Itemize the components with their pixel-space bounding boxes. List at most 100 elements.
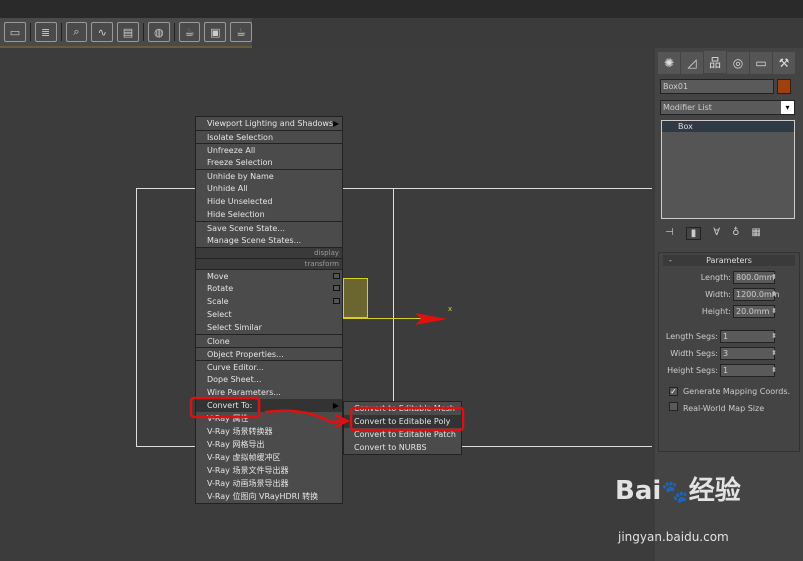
make-unique-icon[interactable]: ∀ (713, 227, 720, 240)
hierarchy-tab-icon[interactable]: 品 (704, 51, 726, 73)
rollout-header[interactable]: - Parameters (663, 254, 795, 266)
menu-item-freeze-selection[interactable]: Freeze Selection (196, 156, 342, 169)
param-row: Length: 800.0mm ⬍ (659, 269, 799, 286)
param-field[interactable]: 20.0mm (733, 304, 775, 318)
dropdown-value: Modifier List (663, 102, 712, 112)
menu-item-clone[interactable]: Clone (196, 334, 342, 347)
object-color-swatch[interactable] (777, 78, 791, 94)
menu-item-label: Move (207, 272, 229, 281)
menu-item-curve-editor[interactable]: Curve Editor... (196, 360, 342, 373)
menu-item-hide-unselected[interactable]: Hide Unselected (196, 195, 342, 208)
red-annotation (189, 396, 465, 432)
param-field[interactable]: 3 (720, 346, 775, 360)
remove-modifier-icon[interactable]: ♁ (732, 227, 739, 240)
divider (142, 23, 144, 41)
x-axis-arrow (415, 313, 447, 325)
schematic-view-icon[interactable]: ▤ (117, 22, 139, 42)
layer-manager-icon[interactable]: ≣ (34, 22, 57, 42)
menu-item-vray-scene-file-exporter[interactable]: V-Ray 场景文件导出器 (196, 464, 342, 477)
menu-item-vray-bitmap-to-hdri[interactable]: V-Ray 位图向 VRayHDRI 转换 (196, 490, 342, 503)
menu-item-manage-scene-states[interactable]: Manage Scene States... (196, 234, 342, 247)
configure-modifier-sets-icon[interactable]: ▦ (751, 227, 760, 240)
spinner-icon[interactable]: ⬍ (771, 366, 777, 374)
curve-editor-icon[interactable]: ∿ (91, 22, 114, 42)
menu-item-move[interactable]: Move (196, 269, 342, 282)
spinner-icon[interactable]: ⬍ (771, 273, 777, 281)
quad-menu: Viewport Lighting and Shadows ▶ Isolate S… (195, 116, 343, 504)
rendered-frame-icon[interactable]: ▣ (204, 22, 227, 42)
menu-item-rotate[interactable]: Rotate (196, 282, 342, 295)
menu-item-scale[interactable]: Scale (196, 295, 342, 308)
settings-box-icon[interactable] (333, 285, 340, 291)
create-tab-icon[interactable]: ✺ (658, 51, 680, 74)
generate-mapping-checkbox[interactable]: ✓ Generate Mapping Coords. (669, 386, 799, 396)
show-end-result-icon[interactable]: ▮ (685, 226, 702, 240)
divider (29, 23, 31, 41)
menu-item-vray-mesh-export[interactable]: V-Ray 网格导出 (196, 438, 342, 451)
spinner-icon[interactable]: ⬍ (771, 307, 777, 315)
param-field[interactable]: 1 (720, 329, 775, 343)
layer-icon[interactable]: ▭ (4, 22, 26, 42)
submenu-arrow-icon: ▶ (332, 119, 339, 128)
menu-item-select-similar[interactable]: Select Similar (196, 321, 342, 334)
menu-item-unfreeze-all[interactable]: Unfreeze All (196, 143, 342, 156)
utilities-tab-icon[interactable]: ⚒ (773, 51, 795, 74)
motion-tab-icon[interactable]: ◎ (727, 51, 749, 74)
menu-header-display: display (196, 247, 342, 258)
modifier-stack: Box (661, 119, 795, 219)
param-label: Height Segs: (667, 365, 718, 375)
menu-item-viewport-lighting[interactable]: Viewport Lighting and Shadows ▶ (196, 117, 342, 130)
param-row: Width: 1200.0mm ⬍ (659, 286, 799, 303)
menu-item-unhide-all[interactable]: Unhide All (196, 182, 342, 195)
title-bar (0, 0, 803, 18)
display-tab-icon[interactable]: ▭ (750, 51, 772, 74)
settings-box-icon[interactable] (333, 273, 340, 279)
menu-item-isolate-selection[interactable]: Isolate Selection (196, 130, 342, 143)
menu-item-vray-animation-exporter[interactable]: V-Ray 动画场景导出器 (196, 477, 342, 490)
spinner-icon[interactable]: ⬍ (771, 349, 777, 357)
stack-item-box[interactable]: Box (662, 120, 794, 132)
checkbox-unchecked-icon (669, 401, 678, 411)
spinner-icon[interactable]: ⬍ (771, 332, 777, 340)
menu-header-transform: transform (196, 258, 342, 269)
axis-label: x (448, 305, 453, 313)
render-icon[interactable]: ☕ (230, 22, 252, 42)
spinner-icon[interactable]: ⬍ (771, 290, 777, 298)
param-row: Height: 20.0mm ⬍ (659, 303, 799, 320)
gizmo-plane (343, 278, 368, 318)
menu-item-save-scene-state[interactable]: Save Scene State... (196, 221, 342, 234)
param-row: Height Segs: 1 ⬍ (659, 362, 799, 379)
param-label: Height: (701, 306, 731, 316)
chevron-down-icon: ▾ (781, 100, 794, 114)
menu-item-label: Viewport Lighting and Shadows (207, 119, 334, 128)
main-toolbar: ▭ ≣ ⌕ ∿ ▤ ◍ ☕ ▣ ☕ (0, 18, 252, 48)
menu-item-select[interactable]: Select (196, 308, 342, 321)
object-name-field[interactable]: Box01 (660, 78, 774, 94)
param-row: Width Segs: 3 ⬍ (659, 345, 799, 362)
param-field[interactable]: 1200.0mm (733, 287, 780, 301)
settings-box-icon[interactable] (333, 298, 340, 304)
rollout-title: Parameters (706, 255, 752, 265)
param-field[interactable]: 800.0mm (733, 270, 775, 284)
menu-item-object-properties[interactable]: Object Properties... (196, 347, 342, 360)
menu-item-unhide-by-name[interactable]: Unhide by Name (196, 169, 342, 182)
real-world-map-size-checkbox[interactable]: Real-World Map Size (669, 401, 799, 413)
x-axis-line (343, 318, 423, 319)
menu-item-dope-sheet[interactable]: Dope Sheet... (196, 373, 342, 386)
box-edge (136, 188, 137, 447)
menu-item-convert-to-nurbs[interactable]: Convert to NURBS (344, 441, 461, 454)
menu-item-vray-frame-buffer[interactable]: V-Ray 虚拟帧缓冲区 (196, 451, 342, 464)
param-label: Length: (700, 272, 731, 282)
collapse-toggle: - (669, 255, 672, 265)
render-setup-icon[interactable]: ☕ (178, 22, 201, 42)
scene-explorer-icon[interactable]: ⌕ (65, 22, 88, 42)
material-editor-icon[interactable]: ◍ (147, 22, 170, 42)
modify-tab-icon[interactable]: ◿ (681, 51, 703, 74)
menu-item-hide-selection[interactable]: Hide Selection (196, 208, 342, 221)
divider (60, 23, 62, 41)
pin-stack-icon[interactable]: ⊣ (665, 227, 674, 240)
param-field[interactable]: 1 (720, 363, 775, 377)
checkbox-label: Real-World Map Size (683, 403, 765, 413)
menu-item-label: Scale (207, 297, 229, 306)
modifier-list-dropdown[interactable]: Modifier List ▾ (660, 99, 795, 115)
